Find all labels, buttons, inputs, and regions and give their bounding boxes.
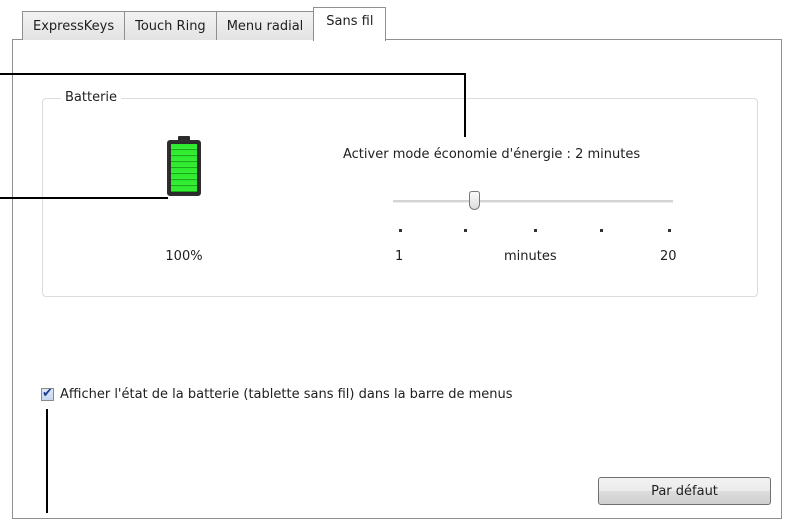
battery-percentage: 100% — [165, 249, 203, 264]
battery-menubar-checkbox-row[interactable]: ✔ Afficher l'état de la batterie (tablet… — [41, 386, 513, 402]
slider-tick — [600, 229, 603, 232]
power-saving-slider[interactable] — [393, 191, 673, 211]
tab-sans-fil[interactable]: Sans fil — [313, 7, 387, 41]
battery-icon — [167, 136, 201, 196]
tab-menu-radial[interactable]: Menu radial — [215, 11, 314, 40]
tab-touch-ring[interactable]: Touch Ring — [124, 11, 216, 40]
check-mark-icon: ✔ — [42, 386, 53, 401]
tab-expresskeys[interactable]: ExpressKeys — [22, 11, 125, 40]
battery-menubar-checkbox-label: Afficher l'état de la batterie (tablette… — [60, 387, 513, 402]
power-saving-label: Activer mode économie d'énergie : 2 minu… — [343, 147, 641, 162]
tab-strip: ExpressKeys Touch Ring Menu radial Sans … — [22, 6, 387, 41]
slider-max-label: 20 — [660, 249, 677, 264]
callout-line-tabs — [0, 73, 466, 75]
callout-line-power-saving — [464, 73, 466, 137]
slider-unit-label: minutes — [504, 249, 557, 264]
slider-tick — [668, 229, 671, 232]
callout-line-battery — [0, 197, 168, 199]
slider-thumb[interactable] — [469, 191, 480, 210]
slider-tick — [399, 229, 402, 232]
battery-menubar-checkbox[interactable]: ✔ — [41, 386, 54, 401]
battery-level-fill — [171, 144, 197, 192]
battery-body — [167, 140, 201, 196]
tab-panel-sans-fil: Batterie 100% Activer mode économie d'én… — [12, 39, 782, 519]
slider-tick — [534, 229, 537, 232]
slider-track — [393, 200, 673, 203]
battery-group-title: Batterie — [61, 90, 122, 105]
callout-line-checkbox — [46, 409, 48, 513]
slider-tick — [464, 229, 467, 232]
slider-min-label: 1 — [395, 249, 404, 264]
default-button[interactable]: Par défaut — [598, 477, 771, 505]
